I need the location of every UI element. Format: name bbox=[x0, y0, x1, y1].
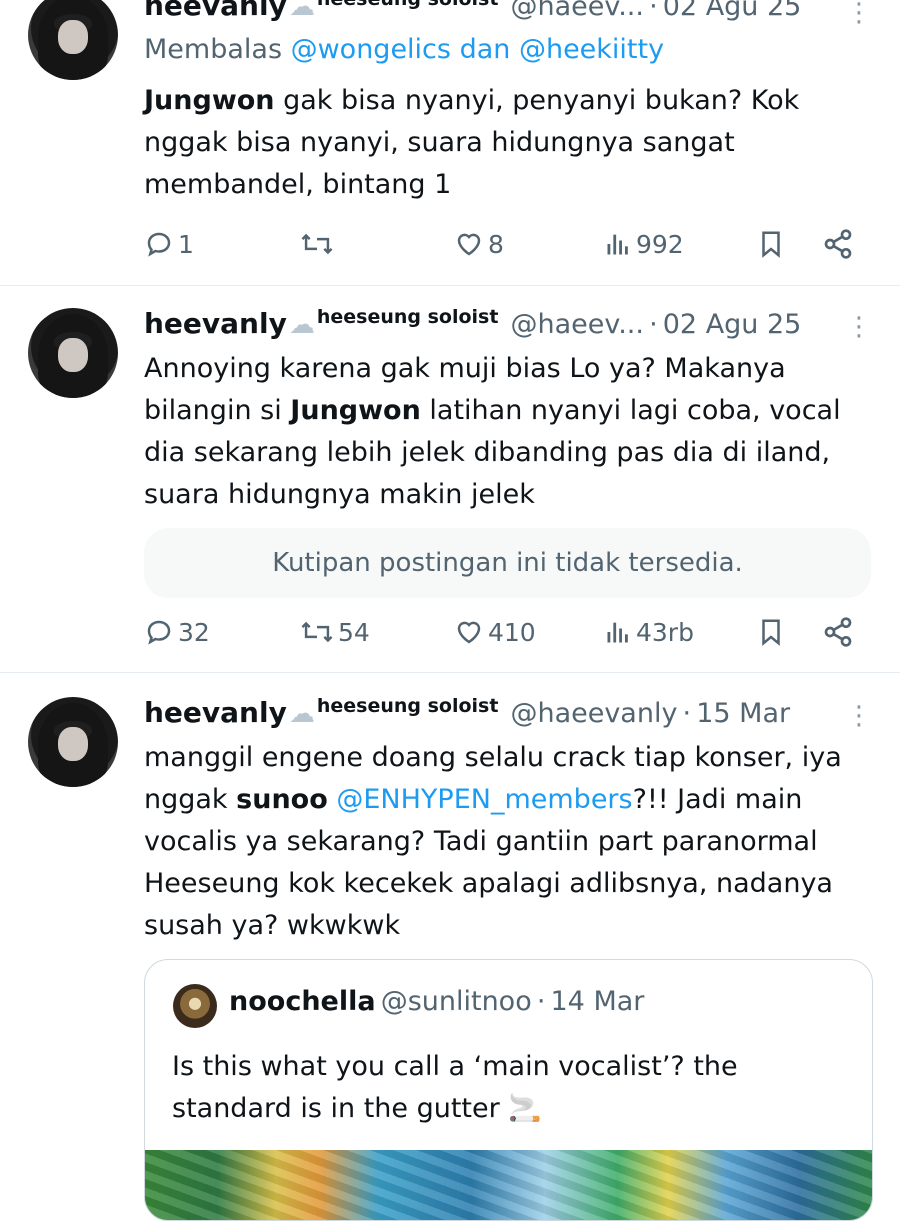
reply-count: 32 bbox=[178, 617, 210, 647]
author-badge: heeseung soloist bbox=[316, 695, 499, 717]
tweet-date[interactable]: 02 Agu 25 bbox=[663, 0, 802, 22]
quote-unavailable-box: Kutipan postingan ini tidak tersedia. bbox=[144, 528, 871, 598]
avatar[interactable] bbox=[28, 308, 118, 398]
bookmark-icon bbox=[762, 231, 780, 258]
more-icon[interactable]: ⋮ bbox=[846, 0, 872, 26]
tweet-date[interactable]: 02 Agu 25 bbox=[663, 309, 802, 340]
quoted-date[interactable]: 14 Mar bbox=[551, 986, 645, 1017]
heart-icon bbox=[457, 233, 481, 256]
retweet-icon bbox=[301, 233, 333, 255]
quoted-author-name[interactable]: noochella bbox=[229, 986, 376, 1017]
avatar[interactable] bbox=[28, 697, 118, 787]
quote-unavailable-text: Kutipan postingan ini tidak tersedia. bbox=[144, 528, 871, 598]
views-icon bbox=[607, 234, 628, 255]
mention-link[interactable]: @ENHYPEN_members bbox=[336, 784, 632, 815]
bold-keyword: sunoo bbox=[236, 784, 328, 815]
reply-icon bbox=[147, 620, 171, 645]
tweet-actions: 1 8 992 bbox=[144, 224, 864, 264]
bold-keyword: Jungwon bbox=[290, 395, 421, 426]
author-name[interactable]: heevanly bbox=[144, 307, 287, 340]
reply-count: 1 bbox=[178, 229, 194, 259]
like-button[interactable]: 8 bbox=[454, 224, 504, 264]
avatar[interactable] bbox=[28, 0, 118, 80]
retweet-count: 54 bbox=[338, 617, 370, 647]
bookmark-button[interactable] bbox=[756, 224, 786, 264]
more-icon[interactable]: ⋮ bbox=[846, 314, 872, 340]
cloud-emoji: ☁ bbox=[288, 0, 315, 22]
author-badge: heeseung soloist bbox=[317, 0, 499, 10]
reply-button[interactable]: 32 bbox=[144, 612, 210, 652]
views-button[interactable]: 992 bbox=[604, 224, 684, 264]
author-name[interactable]: heevanly bbox=[144, 696, 287, 729]
reply-icon bbox=[147, 232, 171, 257]
heart-icon bbox=[457, 621, 481, 644]
author-handle[interactable]: @haeev... bbox=[510, 0, 644, 22]
separator-dot: · bbox=[649, 0, 658, 22]
share-button[interactable] bbox=[822, 224, 854, 264]
separator-dot: · bbox=[536, 986, 546, 1017]
retweet-icon bbox=[301, 621, 333, 643]
separator-dot: · bbox=[682, 698, 692, 729]
reply-to-line: Membalas @wongelics dan @heekiitty bbox=[144, 34, 664, 65]
tweet-2[interactable]: heevanly☁ heeseung soloist @haeev... · 02 … bbox=[0, 286, 900, 672]
views-count: 43rb bbox=[636, 617, 694, 647]
quoted-tweet[interactable]: noochella @sunlitnoo · 14 Mar Is this wh… bbox=[144, 959, 873, 1221]
like-count: 8 bbox=[488, 229, 504, 259]
author-handle[interactable]: @haeevanly bbox=[510, 698, 677, 729]
author-badge: heeseung soloist bbox=[316, 306, 499, 328]
share-icon bbox=[824, 229, 852, 259]
tweet-actions: 32 54 410 43rb bbox=[144, 612, 864, 652]
tweet-text: Jungwon gak bisa nyanyi, penyanyi bukan?… bbox=[144, 80, 864, 206]
quoted-avatar[interactable] bbox=[173, 984, 217, 1028]
tweet-1[interactable]: heevanly☁heeseung soloist @haeev... · 02 … bbox=[0, 0, 900, 285]
retweet-button[interactable]: 54 bbox=[300, 612, 370, 652]
views-count: 992 bbox=[636, 229, 684, 259]
tweet-text: Annoying karena gak muji bias Lo ya? Mak… bbox=[144, 348, 864, 516]
tweet-header: heevanly☁heeseung soloist @haeev... · 02 … bbox=[144, 306, 801, 346]
quoted-author-handle[interactable]: @sunlitnoo bbox=[381, 986, 532, 1017]
share-button[interactable] bbox=[822, 612, 854, 652]
bookmark-icon bbox=[762, 619, 780, 646]
quoted-text: Is this what you call a ‘main vocalist’?… bbox=[172, 1051, 738, 1124]
reply-and: dan bbox=[450, 34, 519, 65]
like-button[interactable]: 410 bbox=[454, 612, 536, 652]
tweet-date[interactable]: 15 Mar bbox=[696, 698, 790, 729]
bold-keyword: Jungwon bbox=[144, 85, 275, 116]
more-icon[interactable]: ⋮ bbox=[846, 703, 872, 729]
author-name[interactable]: heevanly bbox=[144, 0, 287, 22]
reply-prefix: Membalas bbox=[144, 34, 291, 65]
share-icon bbox=[824, 617, 852, 647]
tweet-3[interactable]: heevanly☁ heeseung soloist @haeevanly · 15… bbox=[0, 673, 900, 1221]
separator-dot: · bbox=[649, 309, 658, 340]
reply-button[interactable]: 1 bbox=[144, 224, 194, 264]
tweet-header: heevanly☁ heeseung soloist @haeevanly · 15… bbox=[144, 695, 790, 735]
like-count: 410 bbox=[488, 617, 536, 647]
cloud-emoji: ☁ bbox=[288, 310, 315, 340]
quoted-header: noochella @sunlitnoo · 14 Mar bbox=[229, 986, 644, 1017]
tweet-header: heevanly☁heeseung soloist @haeev... · 02 … bbox=[144, 0, 801, 28]
views-icon bbox=[607, 622, 628, 643]
author-handle[interactable]: @haeev... bbox=[510, 309, 644, 340]
tweet-text: manggil engene doang selalu crack tiap k… bbox=[144, 737, 864, 947]
quoted-media-image[interactable] bbox=[145, 1150, 872, 1220]
reply-user-link[interactable]: @wongelics bbox=[291, 34, 451, 65]
cloud-emoji: ☁ bbox=[288, 699, 315, 729]
views-button[interactable]: 43rb bbox=[604, 612, 694, 652]
reply-user-link[interactable]: @heekiitty bbox=[519, 34, 664, 65]
bookmark-button[interactable] bbox=[756, 612, 786, 652]
retweet-button[interactable] bbox=[300, 224, 338, 264]
